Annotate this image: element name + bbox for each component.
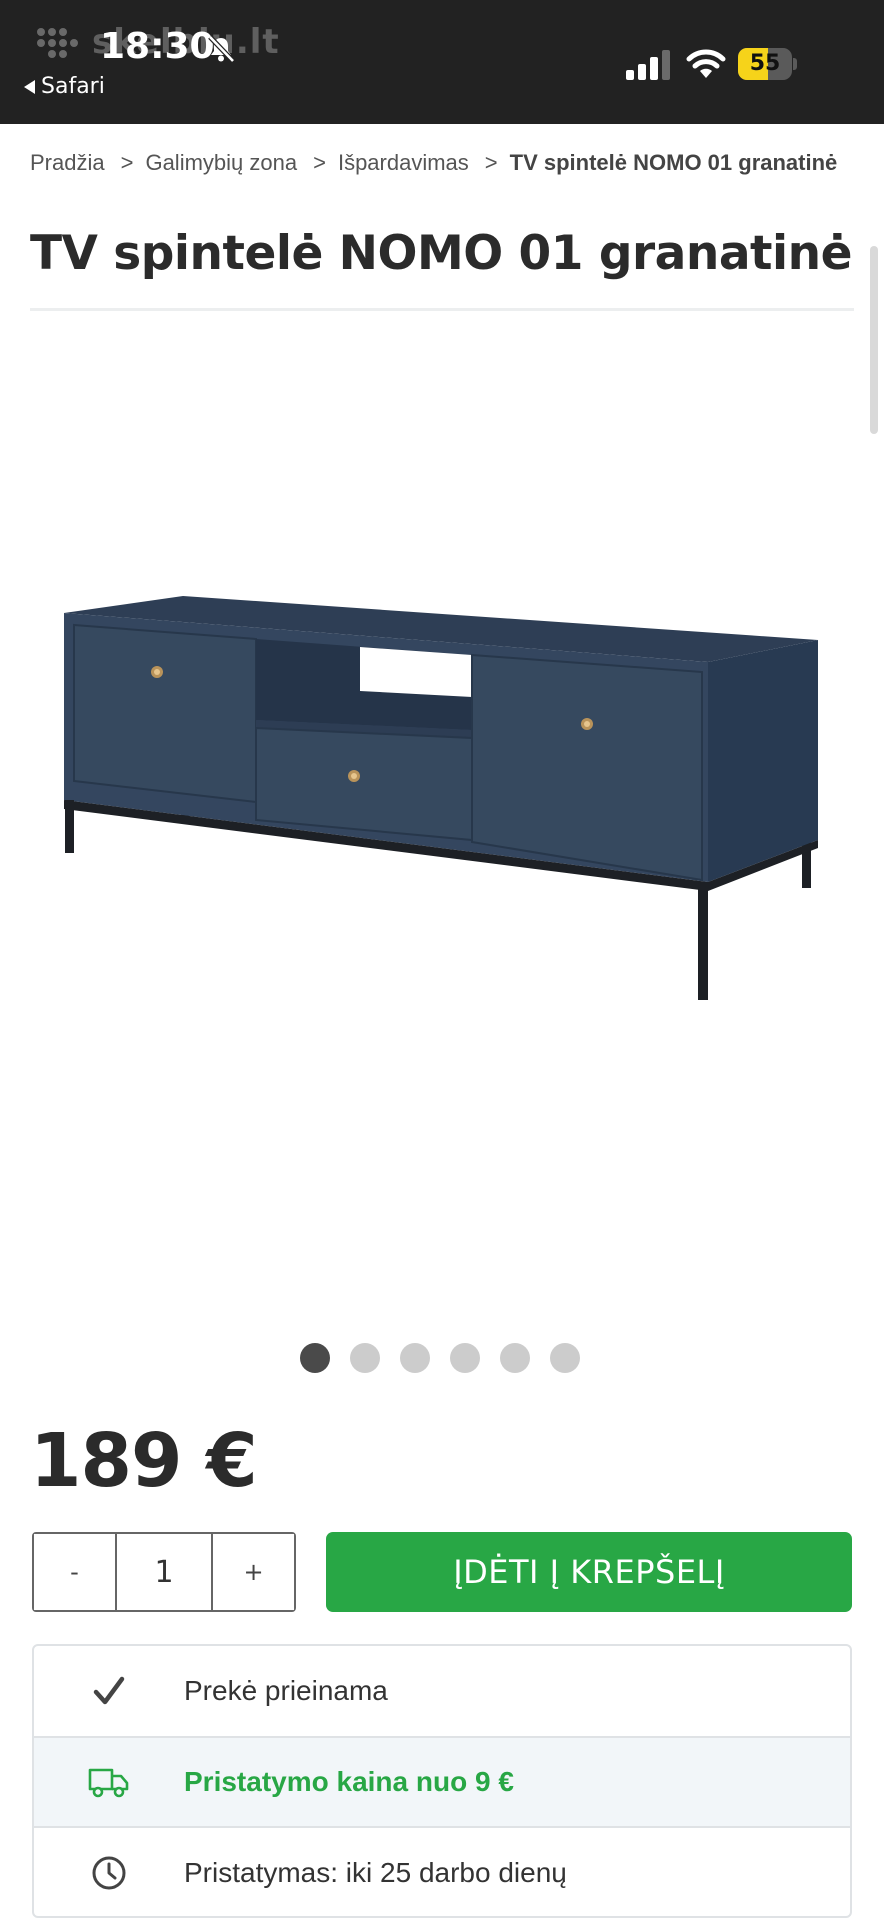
image-dot-3[interactable] — [400, 1343, 430, 1373]
image-pagination — [300, 1343, 580, 1373]
image-dot-1[interactable] — [300, 1343, 330, 1373]
bell-slash-icon — [208, 35, 235, 63]
delivery-price-text: Pristatymo kaina nuo 9 € — [184, 1766, 514, 1797]
wifi-icon — [686, 49, 726, 78]
image-dot-6[interactable] — [550, 1343, 580, 1373]
quantity-input[interactable]: 1 — [115, 1534, 213, 1610]
image-dot-4[interactable] — [450, 1343, 480, 1373]
delivery-truck-icon — [88, 1768, 129, 1798]
delivery-time-row: Pristatymas: iki 25 darbo dienų — [34, 1828, 850, 1916]
breadcrumb: Pradžia > Galimybių zona > Išpardavimas … — [30, 150, 837, 176]
delivery-price-row: Pristatymo kaina nuo 9 € — [34, 1736, 850, 1828]
back-label: Safari — [41, 74, 105, 99]
quantity-stepper: - 1 + — [32, 1532, 296, 1612]
site-logo-icon — [37, 28, 78, 58]
product-image[interactable] — [50, 580, 834, 1020]
availability-row: Prekė prieinama — [34, 1646, 850, 1736]
product-title: TV spintelė NOMO 01 granatinė — [30, 226, 852, 281]
delivery-time-text: Pristatymas: iki 25 darbo dienų — [184, 1857, 567, 1888]
battery-indicator: 55 — [738, 48, 797, 80]
back-to-safari-button[interactable]: Safari — [24, 74, 105, 99]
breadcrumb-separator: > — [484, 150, 498, 175]
availability-text: Prekė prieinama — [184, 1675, 388, 1706]
breadcrumb-link-home[interactable]: Pradžia — [30, 150, 105, 176]
status-bar: skelbiu.lt 18:30 Safari 55 — [0, 0, 884, 124]
image-dot-5[interactable] — [500, 1343, 530, 1373]
image-dot-2[interactable] — [350, 1343, 380, 1373]
breadcrumb-link-opportunity-zone[interactable]: Galimybių zona — [145, 150, 297, 176]
breadcrumb-separator: > — [120, 150, 134, 175]
product-info-box: Prekė prieinama Pristatymo kaina nuo 9 €… — [32, 1644, 852, 1918]
title-divider — [30, 308, 854, 311]
back-triangle-icon — [24, 79, 35, 94]
checkmark-icon — [93, 1676, 125, 1705]
breadcrumb-link-sale[interactable]: Išpardavimas — [338, 150, 469, 176]
clock-icon — [92, 1856, 126, 1890]
page-scrollbar[interactable] — [870, 246, 878, 434]
quantity-increase-button[interactable]: + — [213, 1534, 294, 1610]
breadcrumb-separator: > — [313, 150, 326, 175]
cellular-signal-icon — [626, 50, 670, 80]
add-to-cart-button[interactable]: ĮDĖTI Į KREPŠELĮ — [326, 1532, 852, 1612]
battery-level: 55 — [749, 51, 781, 76]
status-time: 18:30 — [100, 26, 215, 67]
quantity-decrease-button[interactable]: - — [34, 1534, 115, 1610]
breadcrumb-current: TV spintelė NOMO 01 granatinė — [509, 150, 838, 175]
product-price: 189 € — [30, 1418, 258, 1504]
